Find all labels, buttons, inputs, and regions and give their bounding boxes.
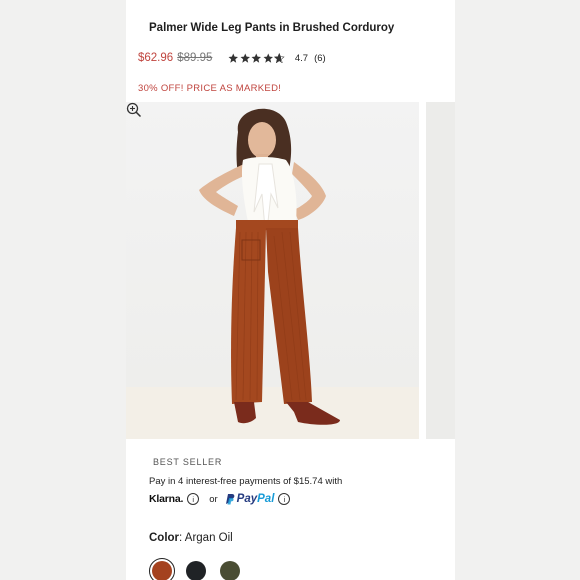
zoom-in-icon[interactable] — [126, 102, 142, 118]
model-photo — [126, 108, 419, 439]
rating-stars[interactable] — [228, 52, 286, 64]
product-title: Palmer Wide Leg Pants in Brushed Corduro… — [149, 22, 395, 34]
info-icon[interactable]: i — [278, 493, 291, 505]
or-text: or — [209, 493, 218, 505]
best-seller-badge: BEST SELLER — [153, 457, 223, 467]
color-swatches — [149, 558, 251, 580]
sale-price: $62.96 — [138, 52, 174, 64]
paypal-pay-text: Pay — [236, 493, 258, 505]
star-icon — [228, 53, 239, 63]
review-count[interactable]: (6) — [314, 53, 326, 64]
color-label: Color — [149, 532, 180, 544]
star-icon — [263, 53, 273, 63]
paypal-logo-icon — [225, 494, 234, 505]
promo-banner: 30% OFF! PRICE AS MARKED! — [138, 83, 282, 94]
paypal-pal-text: Pal — [257, 493, 275, 505]
color-value: : Argan Oil — [179, 532, 233, 544]
swatch-black[interactable] — [183, 558, 209, 580]
price-row: $62.96 $89.95 4.7 (6) — [138, 51, 326, 65]
star-half-icon — [274, 52, 285, 64]
next-product-image[interactable] — [426, 102, 455, 439]
star-icon — [240, 53, 250, 63]
color-selection: Color: Argan Oil — [149, 532, 233, 544]
product-page: Palmer Wide Leg Pants in Brushed Corduro… — [126, 0, 455, 580]
rating-value: 4.7 — [294, 52, 309, 64]
klarna-logo[interactable]: Klarna. — [149, 493, 183, 505]
product-image[interactable] — [126, 102, 419, 439]
star-icon — [251, 53, 262, 63]
swatch-fill — [220, 561, 240, 580]
info-icon[interactable]: i — [187, 493, 200, 505]
installment-text: Pay in 4 interest-free payments of $15.7… — [149, 476, 343, 487]
payment-options: Klarna. i or PayPal i — [149, 491, 291, 507]
swatch-fill — [186, 561, 206, 580]
original-price: $89.95 — [177, 52, 213, 64]
swatch-argan-oil[interactable] — [149, 558, 175, 580]
swatch-fill — [152, 561, 172, 580]
swatch-olive[interactable] — [217, 558, 243, 580]
paypal-logo[interactable]: PayPal — [237, 493, 275, 505]
